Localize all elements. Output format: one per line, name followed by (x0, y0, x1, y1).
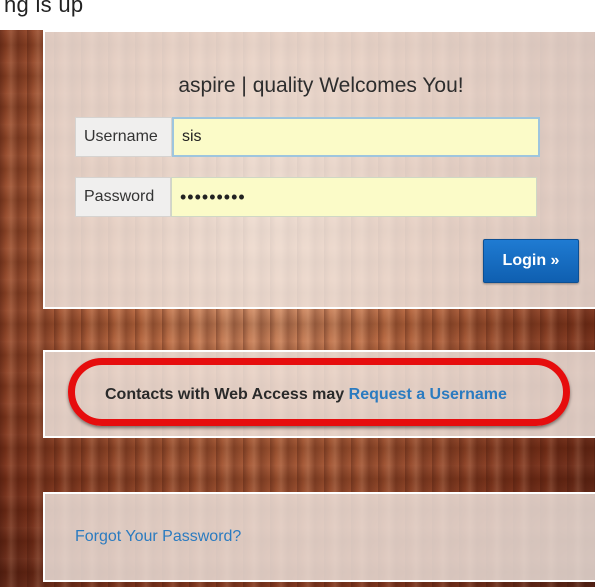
password-label: Password (75, 177, 171, 217)
top-strip: ng is up (0, 0, 595, 30)
username-input[interactable]: sis (172, 117, 540, 157)
login-button[interactable]: Login » (483, 239, 579, 283)
username-row: Username sis (75, 117, 540, 157)
cropped-header-text: ng is up (4, 0, 84, 17)
red-highlight-oval (68, 358, 570, 426)
username-label: Username (75, 117, 172, 157)
welcome-heading: aspire | quality Welcomes You! (178, 74, 464, 97)
password-input[interactable]: ••••••••• (171, 177, 537, 217)
password-row: Password ••••••••• (75, 177, 537, 217)
forgot-password-link[interactable]: Forgot Your Password? (75, 528, 241, 546)
